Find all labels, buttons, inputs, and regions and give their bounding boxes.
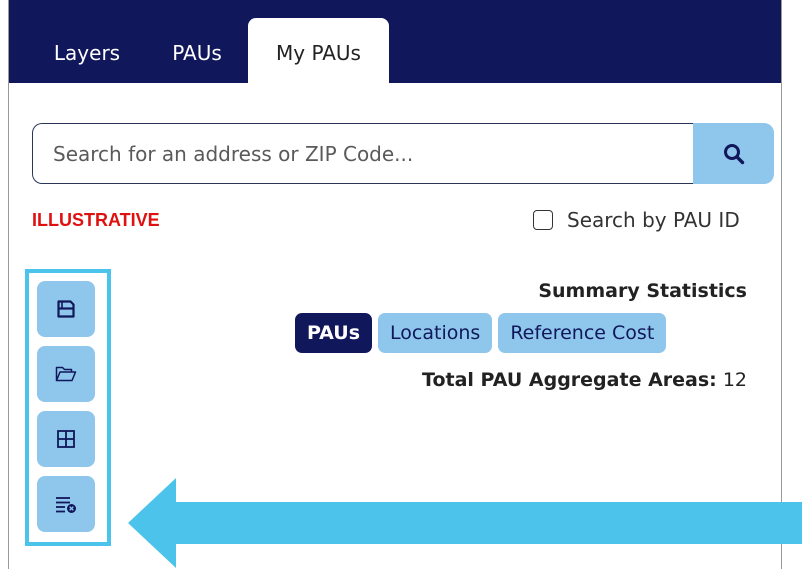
- total-aggregate-areas-label: Total PAU Aggregate Areas:: [422, 369, 717, 391]
- tool-button-group: [25, 269, 111, 546]
- grid-icon: [57, 430, 75, 448]
- tab-paus[interactable]: PAUs: [157, 18, 237, 83]
- search-button[interactable]: [693, 123, 774, 184]
- total-aggregate-areas-value: 12: [722, 369, 747, 391]
- grid-view-button[interactable]: [37, 411, 95, 467]
- search-icon: [723, 143, 744, 164]
- tab-my-paus[interactable]: My PAUs: [248, 18, 389, 83]
- total-aggregate-areas: Total PAU Aggregate Areas: 12: [422, 369, 747, 391]
- summary-tabs: PAUs Locations Reference Cost: [295, 313, 667, 353]
- save-button[interactable]: [37, 281, 95, 337]
- clear-list-icon: [56, 497, 76, 513]
- summary-tab-locations[interactable]: Locations: [378, 313, 493, 353]
- search-input[interactable]: [32, 123, 693, 184]
- pau-id-checkbox-label: Search by PAU ID: [567, 208, 740, 232]
- summary-statistics-title: Summary Statistics: [538, 280, 747, 302]
- search-bar: [32, 123, 774, 184]
- folder-open-icon: [55, 366, 77, 382]
- illustrative-watermark: ILLUSTRATIVE: [32, 210, 160, 230]
- callout-arrow-icon: [128, 478, 802, 568]
- tab-bar: Layers PAUs My PAUs: [9, 0, 781, 83]
- pau-id-checkbox[interactable]: [533, 210, 553, 230]
- search-by-pau-id-toggle[interactable]: Search by PAU ID: [533, 203, 740, 237]
- summary-tab-paus[interactable]: PAUs: [295, 313, 373, 353]
- summary-tab-reference-cost[interactable]: Reference Cost: [498, 313, 667, 353]
- tab-layers[interactable]: Layers: [42, 18, 132, 83]
- open-folder-button[interactable]: [37, 346, 95, 402]
- save-icon: [57, 300, 75, 318]
- clear-list-button[interactable]: [37, 476, 95, 532]
